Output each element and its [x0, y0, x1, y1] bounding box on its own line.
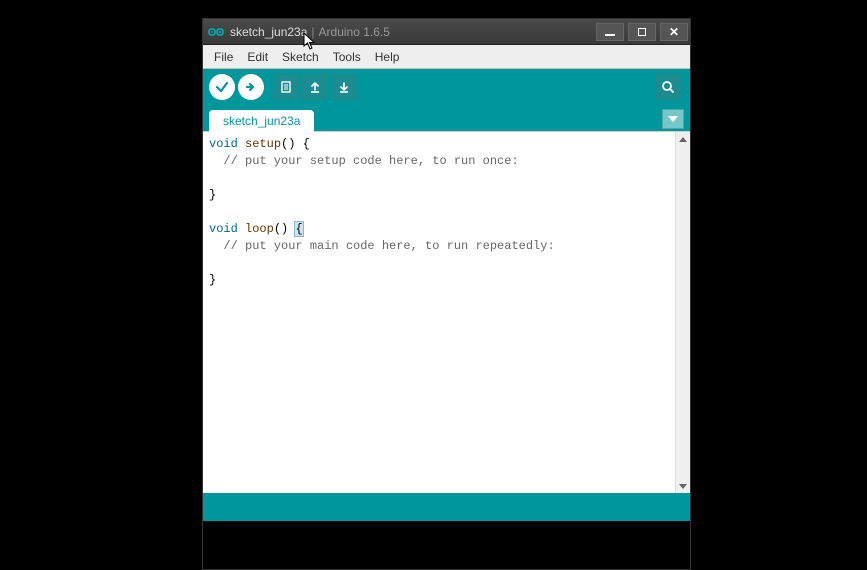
status-bar — [203, 493, 690, 521]
function-name: loop — [245, 222, 274, 236]
titlebar[interactable]: sketch_jun23a | Arduino 1.6.5 ✕ — [203, 19, 690, 45]
tab-strip: sketch_jun23a — [203, 105, 690, 131]
title-sketch-name: sketch_jun23a — [230, 25, 307, 39]
save-sketch-button[interactable] — [331, 74, 357, 100]
code-text: () — [274, 222, 296, 236]
title-separator: | — [311, 25, 314, 39]
output-console[interactable] — [203, 521, 690, 569]
title-app-name: Arduino 1.6.5 — [319, 25, 390, 39]
menu-help[interactable]: Help — [368, 48, 407, 66]
scroll-up-icon[interactable] — [676, 132, 690, 146]
code-text: } — [209, 188, 216, 202]
minimize-button[interactable] — [596, 23, 624, 41]
vertical-scrollbar[interactable] — [675, 132, 690, 493]
comment: // put your setup code here, to run once… — [209, 154, 519, 168]
comment: // put your main code here, to run repea… — [209, 239, 555, 253]
editor-area: void setup() { // put your setup code he… — [203, 131, 690, 493]
arduino-ide-window: sketch_jun23a | Arduino 1.6.5 ✕ File Edi… — [202, 18, 691, 570]
matched-brace: { — [295, 222, 302, 236]
code-text: } — [209, 273, 216, 287]
menu-sketch[interactable]: Sketch — [275, 48, 326, 66]
menu-file[interactable]: File — [207, 48, 240, 66]
code-text: () { — [281, 137, 310, 151]
menubar: File Edit Sketch Tools Help — [203, 45, 690, 69]
maximize-button[interactable] — [628, 23, 656, 41]
function-name: setup — [245, 137, 281, 151]
toolbar — [203, 69, 690, 105]
keyword: void — [209, 137, 238, 151]
upload-button[interactable] — [238, 74, 264, 100]
menu-edit[interactable]: Edit — [240, 48, 275, 66]
keyword: void — [209, 222, 238, 236]
open-sketch-button[interactable] — [302, 74, 328, 100]
verify-button[interactable] — [209, 74, 235, 100]
menu-tools[interactable]: Tools — [326, 48, 368, 66]
tab-menu-button[interactable] — [662, 109, 684, 129]
scroll-down-icon[interactable] — [676, 479, 690, 493]
serial-monitor-button[interactable] — [655, 74, 681, 100]
new-sketch-button[interactable] — [273, 74, 299, 100]
code-editor[interactable]: void setup() { // put your setup code he… — [203, 132, 675, 493]
tab-sketch[interactable]: sketch_jun23a — [209, 110, 314, 132]
chevron-down-icon — [668, 116, 678, 122]
arduino-logo-icon — [208, 24, 224, 40]
close-button[interactable]: ✕ — [660, 23, 688, 41]
